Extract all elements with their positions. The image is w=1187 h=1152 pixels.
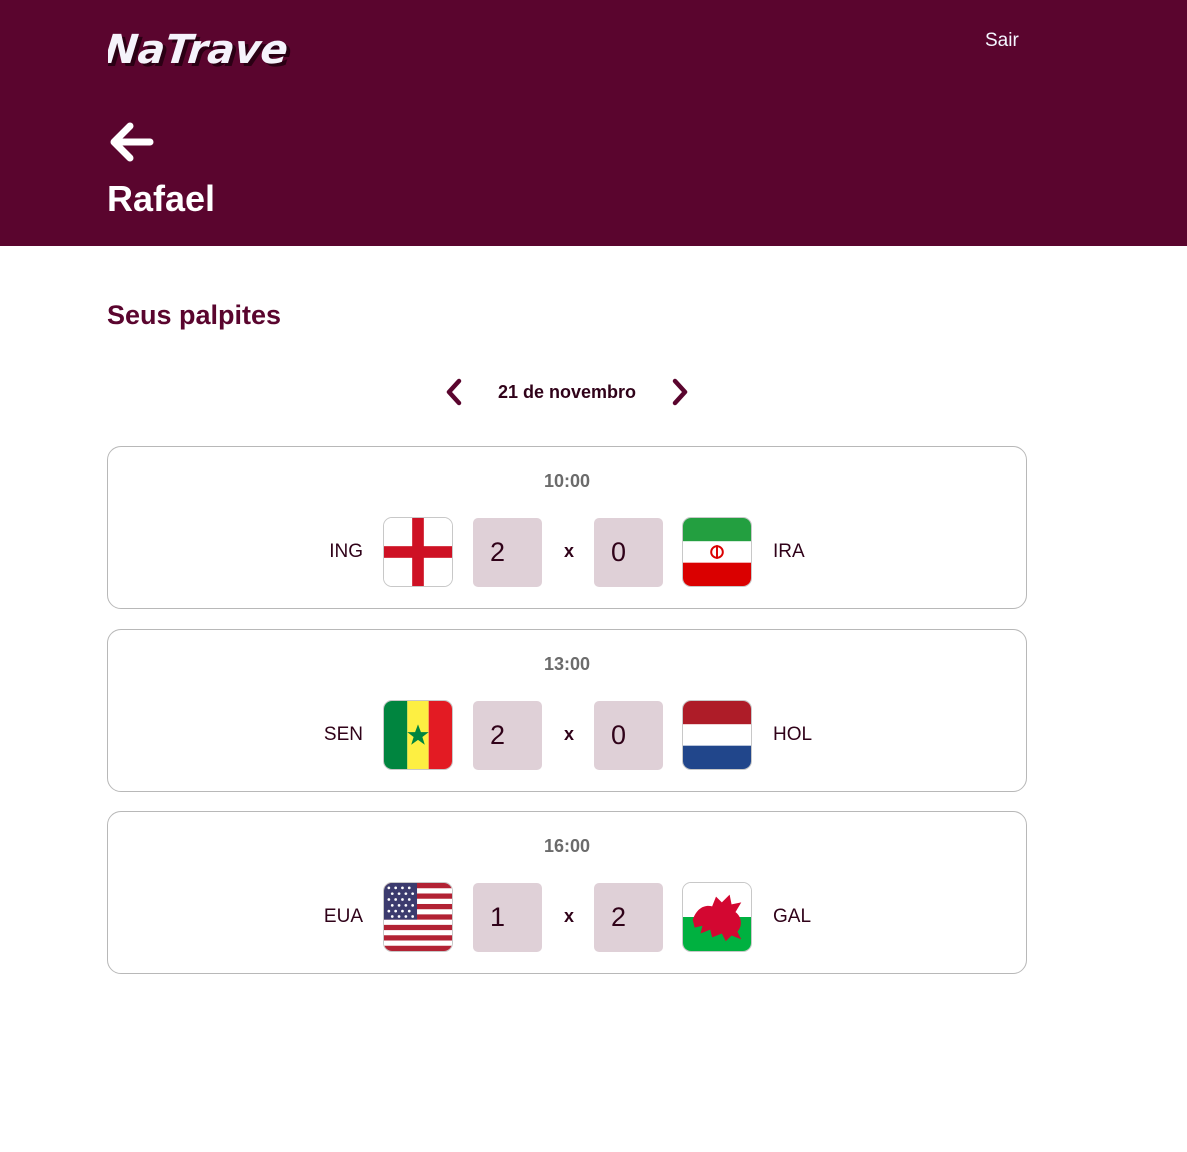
game-row: EUA 1 x 2 GAL [108,882,1026,952]
chevron-right-icon [672,378,688,406]
home-team-name: SEN [323,724,363,745]
game-card: 13:00 SEN x HOL [107,629,1027,792]
home-score-input[interactable] [473,883,542,952]
home-team-name: EUA [323,906,363,927]
senegal-flag-icon [383,700,453,770]
away-team-name: IRA [773,541,805,562]
iran-flag-icon [682,517,752,587]
page-header: NaTrave NaTrave Sair Rafael [0,0,1187,246]
home-score-input[interactable] [473,701,542,770]
game-card: 10:00 ING x IRA [107,446,1027,609]
away-score-input[interactable] [594,701,663,770]
date-navigator: 21 de novembro [0,372,1134,412]
logout-link[interactable]: Sair [985,30,1019,52]
wales-flag-icon [682,882,752,952]
date-label: 21 de novembro [497,381,637,402]
section-title: Seus palpites [107,300,282,330]
user-name-heading: Rafael [107,178,216,219]
natrave-logo[interactable]: NaTrave NaTrave [108,18,308,78]
prev-date-button[interactable] [442,376,466,408]
next-date-button[interactable] [668,376,692,408]
away-score-input[interactable] [594,518,663,587]
versus-separator: x [563,541,574,561]
home-team-name: ING [329,541,363,562]
home-score-input[interactable] [473,518,542,587]
game-time: 13:00 [543,654,591,674]
svg-text:NaTrave: NaTrave [108,27,290,73]
away-team-name: GAL [773,906,812,927]
chevron-left-icon [446,378,462,406]
game-time: 10:00 [543,471,591,491]
back-button[interactable] [108,118,156,166]
netherlands-flag-icon [682,700,752,770]
away-team-name: HOL [773,724,813,745]
versus-separator: x [563,724,574,744]
away-score-input[interactable] [594,883,663,952]
usa-flag-icon [383,882,453,952]
game-card: 16:00 EUA 1 x 2 GAL [107,811,1027,974]
game-row: SEN x HOL [108,700,1026,770]
game-row: ING x IRA [108,517,1026,587]
game-time: 16:00 [543,836,591,856]
england-flag-icon [383,517,453,587]
arrow-left-icon [110,122,154,162]
versus-separator: x [563,906,574,926]
